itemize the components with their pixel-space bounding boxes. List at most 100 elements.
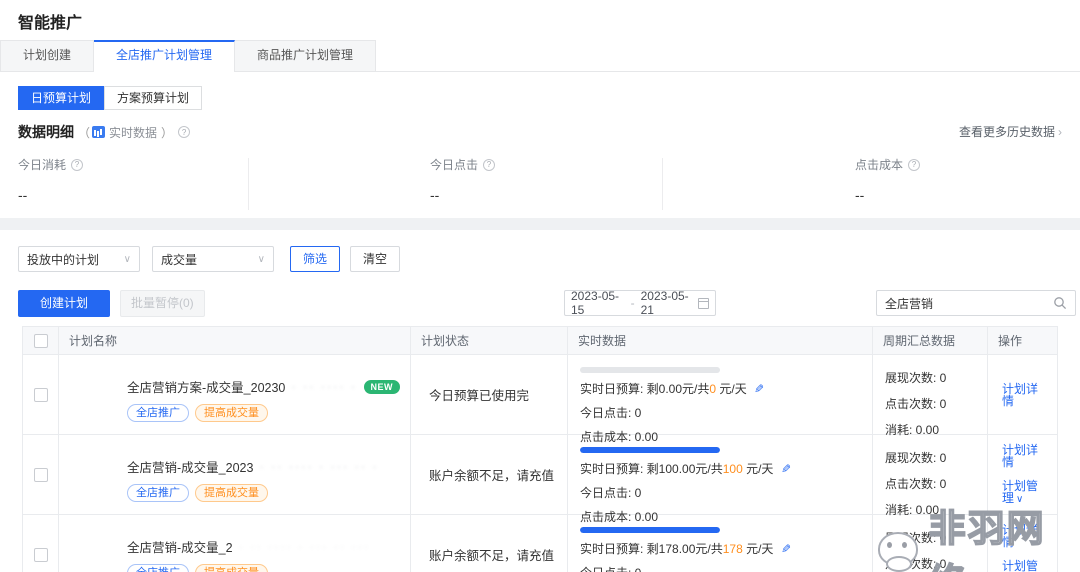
header-plan-name: 计划名称 xyxy=(58,327,410,355)
edit-icon[interactable]: ✎ xyxy=(781,462,791,476)
select-value: 投放中的计划 xyxy=(27,251,99,268)
plan-manage-link[interactable]: 计划管理∨ xyxy=(1002,560,1047,572)
table-row: 全店营销方案-成交量_20230 NEW 全店推广 提高成交量 今日预算已使用完 xyxy=(23,355,1057,435)
subtab-daily-budget[interactable]: 日预算计划 xyxy=(18,86,104,110)
tag-increase-sales: 提高成交量 xyxy=(195,484,268,502)
clicks-line: 点击次数: 0 xyxy=(885,555,975,572)
stat-value: -- xyxy=(855,187,920,203)
tab-plan-create[interactable]: 计划创建 xyxy=(0,40,94,71)
select-value: 成交量 xyxy=(161,251,197,268)
stat-today-spend: 今日消耗 ? -- xyxy=(18,156,83,203)
date-separator: - xyxy=(631,296,635,310)
divider xyxy=(248,158,249,210)
today-clicks-line: 今日点击: 0 xyxy=(580,404,860,421)
table-header-row: 计划名称 计划状态 实时数据 周期汇总数据 操作 xyxy=(23,327,1057,355)
tab-product-promo-management[interactable]: 商品推广计划管理 xyxy=(235,40,376,71)
header-operations: 操作 xyxy=(987,327,1057,355)
budget-progress-bar xyxy=(580,447,720,453)
subtab-scheme-budget[interactable]: 方案预算计划 xyxy=(104,86,202,110)
stat-value: -- xyxy=(430,187,495,203)
date-range-picker[interactable]: 2023-05-15 - 2023-05-21 xyxy=(564,290,716,316)
chevron-right-icon: › xyxy=(1058,125,1062,139)
impressions-line: 展现次数: 0 xyxy=(885,449,975,466)
date-start: 2023-05-15 xyxy=(571,289,625,317)
stat-label: 今日消耗 xyxy=(18,156,66,173)
tag-increase-sales: 提高成交量 xyxy=(195,564,268,572)
plan-name[interactable]: 全店营销方案-成交量_20230 xyxy=(127,377,285,396)
plan-status-select[interactable]: 投放中的计划 ∨ xyxy=(18,246,140,272)
calendar-icon xyxy=(698,298,709,309)
realtime-budget-line: 实时日预算: 剩100.00元/共100 元/天 ✎ xyxy=(580,460,860,477)
stat-label: 今日点击 xyxy=(430,156,478,173)
edit-icon[interactable]: ✎ xyxy=(754,382,764,396)
plan-detail-link[interactable]: 计划详情 xyxy=(1002,383,1047,407)
redacted-text xyxy=(239,540,367,554)
paren-open: （ xyxy=(78,124,90,141)
plan-detail-link[interactable]: 计划详情 xyxy=(1002,444,1047,468)
main-tabbar: 计划创建 全店推广计划管理 商品推广计划管理 xyxy=(0,41,1080,72)
table-row: 全店营销-成交量_2 全店推广 提高成交量 账户余额不足，请充值 实时日预算: … xyxy=(23,515,1057,572)
stats-row: 今日消耗 ? -- 今日点击 ? -- 点击成本 ? -- xyxy=(0,156,1080,218)
select-all-checkbox[interactable] xyxy=(34,334,48,348)
clicks-line: 点击次数: 0 xyxy=(885,475,975,492)
info-icon[interactable]: ? xyxy=(178,126,190,138)
new-badge: NEW xyxy=(364,380,401,394)
data-detail-header: 数据明细 （ 实时数据 ） ? 查看更多历史数据› xyxy=(18,122,1062,142)
info-icon[interactable]: ? xyxy=(483,159,495,171)
search-icon[interactable] xyxy=(1053,296,1067,310)
paren-close: ） xyxy=(161,124,173,141)
header-realtime-data: 实时数据 xyxy=(567,327,872,355)
header-plan-status: 计划状态 xyxy=(410,327,567,355)
realtime-budget-line: 实时日预算: 剩0.00元/共0 元/天 ✎ xyxy=(580,380,860,397)
table-body: 全店营销方案-成交量_20230 NEW 全店推广 提高成交量 今日预算已使用完 xyxy=(23,355,1057,572)
row-checkbox[interactable] xyxy=(34,388,48,402)
budget-progress-bar xyxy=(580,527,720,533)
table-row: 全店营销-成交量_2023 全店推广 提高成交量 账户余额不足，请充值 实时日预… xyxy=(23,435,1057,515)
tag-increase-sales: 提高成交量 xyxy=(195,404,268,422)
view-more-history-link[interactable]: 查看更多历史数据› xyxy=(959,123,1062,140)
filter-button[interactable]: 筛选 xyxy=(290,246,340,272)
metric-select[interactable]: 成交量 ∨ xyxy=(152,246,274,272)
header-period-summary: 周期汇总数据 xyxy=(872,327,987,355)
redacted-text xyxy=(259,460,377,474)
plan-status: 账户余额不足，请充值 xyxy=(421,445,557,504)
row-checkbox[interactable] xyxy=(34,468,48,482)
row-checkbox[interactable] xyxy=(34,548,48,562)
plan-name[interactable]: 全店营销-成交量_2 xyxy=(127,537,233,556)
clear-button[interactable]: 清空 xyxy=(350,246,400,272)
chevron-down-icon: ∨ xyxy=(124,254,131,265)
info-icon[interactable]: ? xyxy=(908,159,920,171)
stat-click-cost: 点击成本 ? -- xyxy=(855,156,920,203)
today-clicks-line: 今日点击: 0 xyxy=(580,484,860,501)
plan-status: 账户余额不足，请充值 xyxy=(421,525,557,572)
plan-detail-link[interactable]: 计划详情 xyxy=(1002,524,1047,548)
chart-icon xyxy=(92,126,105,138)
tag-store-promo: 全店推广 xyxy=(127,564,189,572)
info-icon[interactable]: ? xyxy=(71,159,83,171)
realtime-chip: 实时数据 xyxy=(90,124,157,141)
chevron-down-icon: ∨ xyxy=(258,254,265,265)
plan-name[interactable]: 全店营销-成交量_2023 xyxy=(127,457,253,476)
section-separator xyxy=(0,218,1080,230)
plan-status: 今日预算已使用完 xyxy=(421,365,557,424)
budget-type-subtabs: 日预算计划 方案预算计划 xyxy=(18,86,1080,110)
redacted-text xyxy=(291,380,359,394)
search-box xyxy=(876,290,1076,316)
edit-icon[interactable]: ✎ xyxy=(781,542,791,556)
stat-label: 点击成本 xyxy=(855,156,903,173)
stat-today-clicks: 今日点击 ? -- xyxy=(430,156,495,203)
tab-store-promo-management[interactable]: 全店推广计划管理 xyxy=(94,40,235,71)
clicks-line: 点击次数: 0 xyxy=(885,395,975,412)
today-clicks-line: 今日点击: 0 xyxy=(580,564,860,572)
section-title: 数据明细 xyxy=(18,122,74,142)
plans-table: 计划名称 计划状态 实时数据 周期汇总数据 操作 全店营销方案-成交量_2023… xyxy=(22,326,1058,572)
stat-value: -- xyxy=(18,187,83,203)
chevron-down-icon: ∨ xyxy=(1016,494,1023,505)
create-plan-button[interactable]: 创建计划 xyxy=(18,290,110,317)
divider xyxy=(662,158,663,210)
date-end: 2023-05-21 xyxy=(641,289,695,317)
search-input[interactable] xyxy=(885,296,1053,310)
batch-pause-button[interactable]: 批量暂停(0) xyxy=(120,290,205,317)
realtime-label: 实时数据 xyxy=(109,124,157,141)
plan-manage-link[interactable]: 计划管理∨ xyxy=(1002,480,1047,505)
